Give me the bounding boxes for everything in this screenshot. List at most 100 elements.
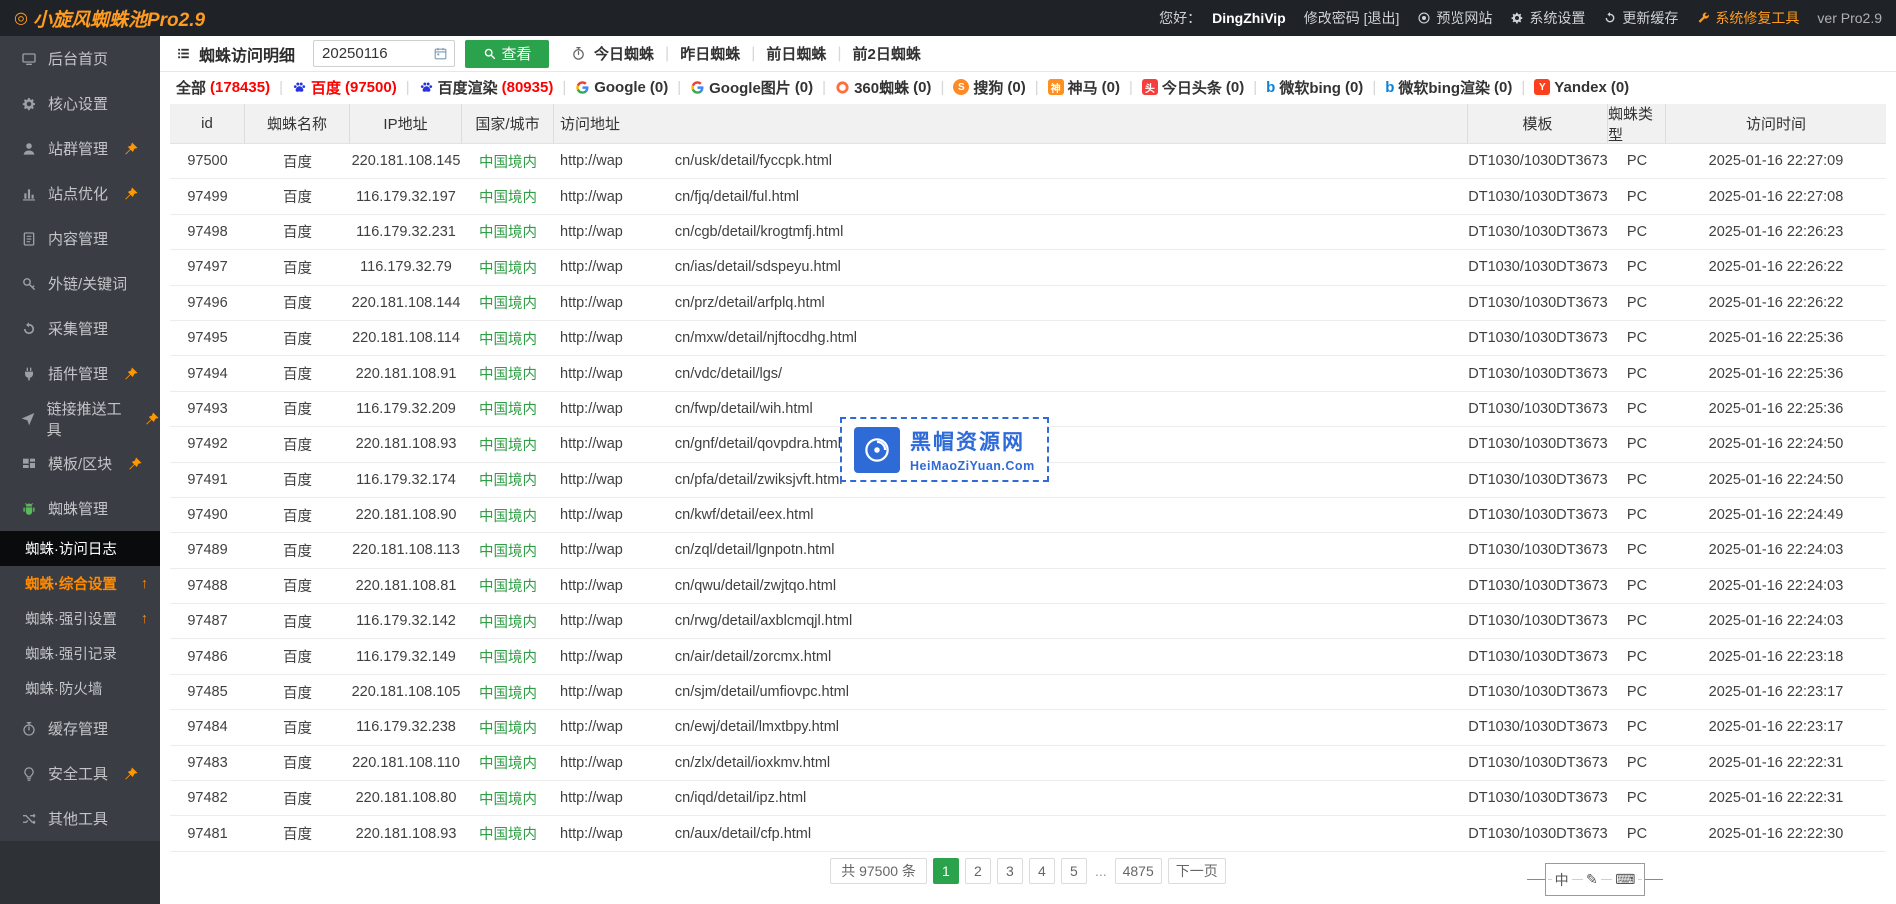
sidebar-item-site-group[interactable]: 站群管理: [0, 126, 160, 171]
cell-ip: 220.181.108.91: [350, 356, 462, 390]
cell-id: 97494: [170, 356, 245, 390]
sidebar-item-link-push[interactable]: 链接推送工具: [0, 396, 160, 441]
filter-bing[interactable]: b微软bing(0): [1266, 77, 1363, 98]
filter-yandex[interactable]: YYandex(0): [1534, 79, 1629, 96]
update-cache-link[interactable]: 更新缓存: [1603, 8, 1678, 28]
filter-360[interactable]: 360蜘蛛(0): [835, 77, 931, 98]
tab-today[interactable]: 今日蜘蛛: [594, 43, 654, 64]
cell-type: PC: [1608, 321, 1666, 355]
filter-label: 微软bing渲染: [1398, 77, 1490, 98]
cell-type: PC: [1608, 356, 1666, 390]
filter-google[interactable]: Google(0): [575, 79, 668, 96]
table-row: 97494百度220.181.108.91中国境内http://wapcn/vd…: [170, 356, 1886, 391]
cell-time: 2025-01-16 22:24:49: [1666, 498, 1886, 532]
url-prefix: http://wap: [560, 719, 623, 735]
cell-template: DT1030/1030DT3673: [1468, 356, 1608, 390]
watermark: 黑帽资源网 HeiMaoZiYuan.Com: [840, 417, 1049, 482]
cell-ip: 116.179.32.231: [350, 215, 462, 249]
password-logout-link[interactable]: 修改密码 [退出]: [1304, 8, 1400, 28]
sidebar-item-plugins[interactable]: 插件管理: [0, 351, 160, 396]
filter-baidu[interactable]: 百度(97500): [292, 77, 397, 98]
view-button[interactable]: 查看: [465, 40, 549, 68]
repair-tool-link[interactable]: 系统修复工具: [1696, 8, 1799, 28]
sidebar-item-home[interactable]: 后台首页: [0, 36, 160, 81]
sidebar-subitem-visit-log[interactable]: 蜘蛛·访问日志: [0, 531, 160, 566]
cell-path: http://wapcn/fjq/detail/ful.html: [554, 179, 1468, 213]
tab-two-days-ago[interactable]: 前2日蜘蛛: [853, 43, 921, 64]
cell-template: DT1030/1030DT3673: [1468, 569, 1608, 603]
cell-time: 2025-01-16 22:25:36: [1666, 356, 1886, 390]
page-button-1[interactable]: 1: [933, 858, 959, 884]
url-path: cn/ewj/detail/lmxtbpy.html: [675, 719, 839, 735]
table-row: 97498百度116.179.32.231中国境内http://wapcn/cg…: [170, 215, 1886, 250]
redacted-domain: [623, 717, 675, 737]
sidebar-subitem-general-settings[interactable]: 蜘蛛·综合设置↑: [0, 566, 160, 601]
cell-time: 2025-01-16 22:25:36: [1666, 392, 1886, 426]
sidebar-item-content[interactable]: 内容管理: [0, 216, 160, 261]
cell-name: 百度: [245, 533, 350, 567]
page-button-4[interactable]: 4: [1029, 858, 1055, 884]
baidu-icon: [419, 80, 434, 95]
cell-path: http://wapcn/aux/detail/cfp.html: [554, 816, 1468, 850]
sidebar-item-security[interactable]: 安全工具: [0, 751, 160, 796]
cell-path: http://wapcn/zlx/detail/ioxkmv.html: [554, 746, 1468, 780]
cell-id: 97499: [170, 179, 245, 213]
ime-widget[interactable]: 中✎⌨: [1545, 863, 1645, 896]
cell-ip: 116.179.32.209: [350, 392, 462, 426]
cell-time: 2025-01-16 22:26:22: [1666, 286, 1886, 320]
page-button-5[interactable]: 5: [1061, 858, 1087, 884]
tab-yesterday[interactable]: 昨日蜘蛛: [680, 43, 740, 64]
sidebar-item-other-tools[interactable]: 其他工具: [0, 796, 160, 841]
filter-shenma[interactable]: 神神马(0): [1048, 77, 1120, 98]
filter-toutiao[interactable]: 头今日头条(0): [1142, 77, 1244, 98]
preview-site-link[interactable]: 预览网站: [1417, 8, 1492, 28]
sidebar-item-site-optimize[interactable]: 站点优化: [0, 171, 160, 216]
filter-all[interactable]: 全部(178435): [176, 77, 270, 98]
sidebar-item-core-settings[interactable]: 核心设置: [0, 81, 160, 126]
filter-baidu-render[interactable]: 百度渲染(80935): [419, 77, 554, 98]
page-button-last[interactable]: 4875: [1115, 858, 1162, 884]
view-button-label: 查看: [502, 43, 532, 64]
version-label: ver Pro2.9: [1817, 10, 1882, 26]
calendar-icon[interactable]: [433, 46, 448, 61]
cell-time: 2025-01-16 22:22:30: [1666, 816, 1886, 850]
filter-sogou[interactable]: S搜狗(0): [953, 77, 1025, 98]
filter-label: Yandex: [1554, 79, 1607, 96]
sidebar-item-spider[interactable]: 蜘蛛管理: [0, 486, 160, 531]
filter-count: (0): [1494, 79, 1512, 96]
filter-count: (0): [1611, 79, 1629, 96]
sidebar-subitem-force-pull-records[interactable]: 蜘蛛·强引记录: [0, 636, 160, 671]
yandex-icon: Y: [1534, 79, 1550, 95]
topbar-right: 您好： DingZhiVip 修改密码 [退出] 预览网站 系统设置 更新缓存 …: [1159, 8, 1882, 28]
system-settings-link[interactable]: 系统设置: [1510, 8, 1585, 28]
blocks-icon: [20, 456, 38, 472]
sidebar-item-links-keywords[interactable]: 外链/关键词: [0, 261, 160, 306]
redacted-domain: [623, 540, 675, 560]
sidebar-item-templates[interactable]: 模板/区块: [0, 441, 160, 486]
sidebar-item-label: 其他工具: [48, 808, 108, 829]
sidebar-subitem-force-pull-settings[interactable]: 蜘蛛·强引设置↑: [0, 601, 160, 636]
system-settings-label: 系统设置: [1529, 8, 1585, 28]
cell-name: 百度: [245, 463, 350, 497]
next-page-button[interactable]: 下一页: [1168, 858, 1226, 884]
filter-label: 神马: [1068, 77, 1098, 98]
filter-bing-render[interactable]: b微软bing渲染(0): [1385, 77, 1512, 98]
sidebar-subitem-firewall[interactable]: 蜘蛛·防火墙: [0, 671, 160, 706]
filter-separator: |: [1035, 79, 1039, 96]
tab-day-before[interactable]: 前日蜘蛛: [766, 43, 826, 64]
table-row: 97490百度220.181.108.90中国境内http://wapcn/kw…: [170, 498, 1886, 533]
page-button-3[interactable]: 3: [997, 858, 1023, 884]
sidebar-item-collect[interactable]: 采集管理: [0, 306, 160, 351]
pin-icon: [122, 186, 140, 202]
watermark-title: 黑帽资源网: [910, 426, 1035, 456]
page-button-2[interactable]: 2: [965, 858, 991, 884]
cell-template: DT1030/1030DT3673: [1468, 533, 1608, 567]
cell-country: 中国境内: [462, 533, 554, 567]
cell-path: http://wapcn/vdc/detail/lgs/: [554, 356, 1468, 390]
filter-google-image[interactable]: Google图片(0): [690, 77, 813, 98]
sidebar-item-cache[interactable]: 缓存管理: [0, 706, 160, 751]
url-path: cn/prz/detail/arfplq.html: [675, 295, 825, 311]
sidebar-subitem-label: 蜘蛛·强引设置: [25, 608, 117, 629]
cell-country: 中国境内: [462, 427, 554, 461]
redacted-domain: [623, 576, 675, 596]
